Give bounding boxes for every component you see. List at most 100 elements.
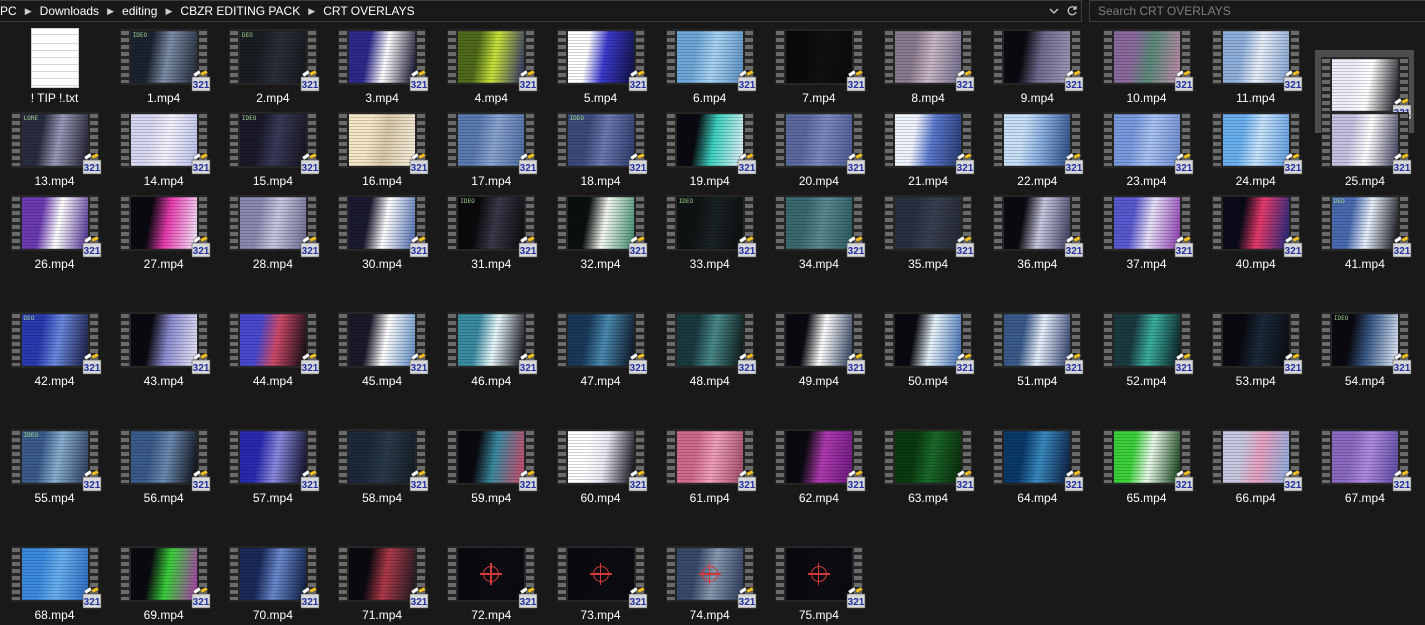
file-thumbnail[interactable]: 321 [883, 194, 975, 258]
file-item-video[interactable]: 321 60.mp4 [551, 422, 650, 505]
breadcrumb-downloads[interactable]: Downloads ▶ [37, 1, 119, 21]
file-item-video[interactable]: 321 3.mp4 [333, 22, 432, 105]
file-item-video[interactable]: 321 32.mp4 [551, 188, 650, 271]
file-thumbnail[interactable]: 321 [556, 545, 647, 609]
chevron-right-icon[interactable]: ▶ [160, 6, 177, 17]
file-thumbnail[interactable]: 321 [665, 111, 756, 175]
file-thumbnail[interactable]: IDEO 321 [446, 194, 538, 258]
breadcrumb-cbzr-editing-pack[interactable]: CBZR EDITING PACK ▶ [177, 1, 320, 21]
file-thumbnail[interactable]: DEO 321 [10, 311, 101, 375]
file-thumbnail[interactable]: 321 [337, 111, 429, 175]
file-item-video[interactable]: 321 8.mp4 [879, 22, 978, 105]
file-thumbnail[interactable]: 321 [665, 545, 756, 609]
file-thumbnail[interactable]: 321 [119, 111, 210, 175]
file-item-video[interactable]: 321 17.mp4 [442, 105, 541, 188]
file-thumbnail[interactable]: 321 [228, 194, 320, 258]
file-item-video[interactable]: 321 35.mp4 [879, 188, 978, 271]
file-thumbnail[interactable]: 321 [556, 194, 647, 258]
file-thumbnail[interactable]: 321 [774, 111, 866, 175]
file-thumbnail[interactable]: 321 [1211, 428, 1302, 492]
file-thumbnail[interactable]: 321 [556, 428, 647, 492]
file-item-video[interactable]: 321 66.mp4 [1206, 422, 1305, 505]
file-thumbnail[interactable]: 321 [446, 28, 538, 92]
file-item-video[interactable]: 321 62.mp4 [769, 422, 868, 505]
file-thumbnail[interactable]: 321 [337, 311, 429, 375]
file-thumbnail[interactable]: 321 [1320, 428, 1412, 492]
file-item-video[interactable]: 321 25.mp4 [1315, 105, 1414, 188]
file-item-video[interactable]: 321 73.mp4 [551, 539, 650, 622]
file-item-video[interactable]: IDEO 321 54.mp4 [1315, 305, 1414, 388]
file-item-video[interactable]: 321 63.mp4 [879, 422, 978, 505]
file-item-video[interactable]: 321 50.mp4 [879, 305, 978, 388]
file-thumbnail[interactable]: 321 [337, 194, 429, 258]
file-item-video[interactable]: 321 51.mp4 [988, 305, 1087, 388]
file-item-video[interactable]: 321 40.mp4 [1206, 188, 1305, 271]
breadcrumb-label[interactable]: editing [119, 4, 160, 18]
file-thumbnail[interactable]: 321 [1211, 194, 1302, 258]
file-item-video[interactable]: 321 28.mp4 [223, 188, 322, 271]
file-item-video[interactable]: 321 49.mp4 [769, 305, 868, 388]
file-thumbnail[interactable]: 321 [1211, 311, 1302, 375]
file-item-video[interactable]: 321 61.mp4 [660, 422, 759, 505]
file-item-video[interactable]: IDEO 321 31.mp4 [442, 188, 541, 271]
file-thumbnail[interactable]: 321 [1102, 428, 1193, 492]
file-item-video[interactable]: 321 47.mp4 [551, 305, 650, 388]
file-thumbnail[interactable]: 321 [228, 428, 320, 492]
file-item-video[interactable]: 321 71.mp4 [333, 539, 432, 622]
file-thumbnail[interactable]: 321 [1102, 194, 1193, 258]
file-thumbnail[interactable] [10, 28, 100, 88]
chevron-right-icon[interactable]: ▶ [303, 6, 320, 17]
file-thumbnail[interactable]: 321 [883, 28, 975, 92]
file-thumbnail[interactable]: 321 [119, 194, 210, 258]
file-item-video[interactable]: 321 46.mp4 [442, 305, 541, 388]
file-thumbnail[interactable]: 321 [665, 428, 756, 492]
file-item-video[interactable]: 321 64.mp4 [988, 422, 1087, 505]
file-thumbnail[interactable]: 321 [119, 311, 210, 375]
file-item-video[interactable]: 321 34.mp4 [769, 188, 868, 271]
file-item-video[interactable]: 321 21.mp4 [879, 105, 978, 188]
file-item-video[interactable]: IDEO 321 1.mp4 [114, 22, 213, 105]
file-thumbnail[interactable]: 321 [992, 28, 1084, 92]
chevron-down-icon[interactable] [1045, 1, 1063, 21]
breadcrumb-crt-overlays[interactable]: CRT OVERLAYS [320, 1, 417, 21]
file-thumbnail[interactable]: 321 [337, 545, 429, 609]
file-item-video[interactable]: 321 36.mp4 [988, 188, 1087, 271]
file-item-video[interactable]: DEO 321 41.mp4 [1315, 188, 1414, 271]
file-item-video[interactable]: 321 22.mp4 [988, 105, 1087, 188]
chevron-right-icon[interactable]: ▶ [102, 6, 119, 17]
file-thumbnail[interactable]: 321 [774, 311, 866, 375]
file-thumbnail[interactable]: 321 [1102, 28, 1193, 92]
file-item-video[interactable]: 321 59.mp4 [442, 422, 541, 505]
file-item-video[interactable]: 321 23.mp4 [1097, 105, 1196, 188]
file-item-video[interactable]: 321 20.mp4 [769, 105, 868, 188]
file-item-video[interactable]: IDEO 321 33.mp4 [660, 188, 759, 271]
breadcrumb-label[interactable]: PC [0, 4, 20, 18]
file-item-video[interactable]: 321 70.mp4 [223, 539, 322, 622]
file-item-video[interactable]: 321 14.mp4 [114, 105, 213, 188]
file-thumbnail[interactable]: 321 [665, 28, 756, 92]
file-item-video[interactable]: 321 9.mp4 [988, 22, 1087, 105]
file-thumbnail[interactable]: 321 [1211, 28, 1302, 92]
file-item-video[interactable]: 321 43.mp4 [114, 305, 213, 388]
file-item-video[interactable]: 321 48.mp4 [660, 305, 759, 388]
file-thumbnail[interactable]: 321 [992, 311, 1084, 375]
file-thumbnail[interactable]: 321 [665, 311, 756, 375]
file-thumbnail[interactable]: IDEO 321 [556, 111, 647, 175]
search-box[interactable] [1089, 0, 1425, 22]
file-item-video[interactable]: 321 65.mp4 [1097, 422, 1196, 505]
file-item-video[interactable]: 321 68.mp4 [5, 539, 104, 622]
file-thumbnail[interactable]: 321 [228, 545, 320, 609]
file-thumbnail[interactable]: IDEO 321 [119, 28, 210, 92]
file-thumbnail[interactable]: 321 [446, 311, 538, 375]
file-item-video[interactable]: 321 5.mp4 [551, 22, 650, 105]
file-item-video[interactable]: LORE 321 13.mp4 [5, 105, 104, 188]
file-item-video[interactable]: IDEO 321 55.mp4 [5, 422, 104, 505]
breadcrumb-label[interactable]: CRT OVERLAYS [320, 4, 417, 18]
file-thumbnail[interactable]: 321 [883, 428, 975, 492]
file-item-video[interactable]: 321 19.mp4 [660, 105, 759, 188]
file-item-video[interactable]: 321 10.mp4 [1097, 22, 1196, 105]
file-thumbnail[interactable]: 321 [10, 194, 101, 258]
file-item-video[interactable]: 321 69.mp4 [114, 539, 213, 622]
breadcrumb-editing[interactable]: editing ▶ [119, 1, 177, 21]
chevron-right-icon[interactable]: ▶ [20, 6, 37, 17]
